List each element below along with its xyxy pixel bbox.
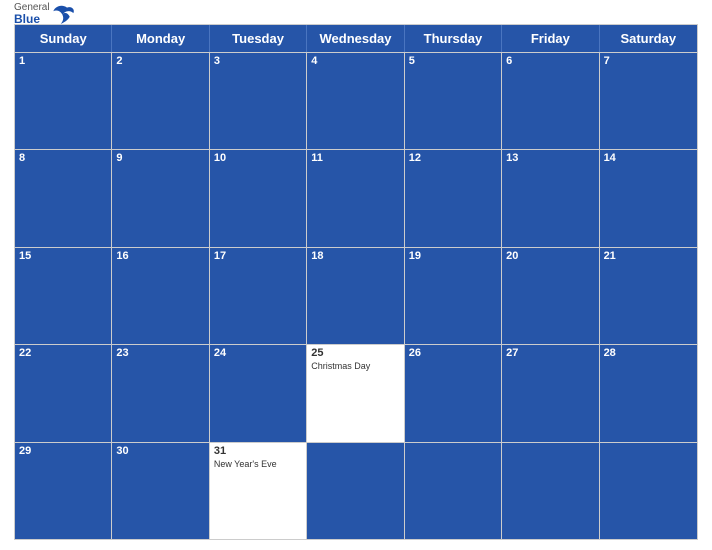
logo-blue-text: Blue — [14, 13, 50, 25]
cell-date: 30 — [116, 445, 204, 457]
logo: General Blue — [14, 3, 82, 25]
calendar-cell: 9 — [112, 150, 209, 246]
calendar-week-2: 89 10 11 12 13 14 — [15, 149, 697, 246]
cell-date: 27 — [506, 347, 594, 359]
cell-date: 7 — [604, 55, 693, 67]
calendar-cell: 4 — [307, 53, 404, 149]
calendar-cell: 30 — [112, 443, 209, 539]
cell-date: 15 — [19, 250, 107, 262]
cell-date: 1 — [19, 55, 107, 67]
cell-date: 23 — [116, 347, 204, 359]
cell-date: 9 — [116, 152, 204, 164]
cell-date: 21 — [604, 250, 693, 262]
cell-date: 17 — [214, 250, 302, 262]
day-header-monday: Monday — [112, 25, 209, 52]
cell-date: 19 — [409, 250, 497, 262]
calendar-cell: 24 — [210, 345, 307, 441]
cell-date: 25 — [311, 347, 399, 359]
calendar-cell: 12 — [405, 150, 502, 246]
cell-event: New Year's Eve — [214, 459, 302, 469]
calendar-cell — [307, 443, 404, 539]
calendar-cell: 5 — [405, 53, 502, 149]
logo-bird-icon — [52, 4, 82, 24]
cell-date: 3 — [214, 55, 302, 67]
calendar-cell: 15 — [15, 248, 112, 344]
calendar-cell: 13 — [502, 150, 599, 246]
calendar-cell: 25 Christmas Day — [307, 345, 404, 441]
calendar-cell: 2 — [112, 53, 209, 149]
day-header-thursday: Thursday — [405, 25, 502, 52]
day-header-friday: Friday — [502, 25, 599, 52]
calendar-cell: 26 — [405, 345, 502, 441]
calendar-cell: 20 — [502, 248, 599, 344]
cell-date: 6 — [506, 55, 594, 67]
calendar-cell: 18 — [307, 248, 404, 344]
calendar-body: 1234567891011121314151617181920212223242… — [15, 52, 697, 539]
cell-date: 20 — [506, 250, 594, 262]
calendar-cell: 22 — [15, 345, 112, 441]
calendar-cell: 6 — [502, 53, 599, 149]
day-header-saturday: Saturday — [600, 25, 697, 52]
calendar-cell: 1 — [15, 53, 112, 149]
calendar-cell: 17 — [210, 248, 307, 344]
cell-date: 26 — [409, 347, 497, 359]
calendar-cell: 29 — [15, 443, 112, 539]
calendar-cell — [405, 443, 502, 539]
calendar-cell: 14 — [600, 150, 697, 246]
calendar-cell: 21 — [600, 248, 697, 344]
cell-date: 28 — [604, 347, 693, 359]
cell-date: 8 — [19, 152, 107, 164]
cell-date: 18 — [311, 250, 399, 262]
day-header-tuesday: Tuesday — [210, 25, 307, 52]
calendar-cell: 3 — [210, 53, 307, 149]
calendar-cell: 19 — [405, 248, 502, 344]
calendar-cell: 28 — [600, 345, 697, 441]
calendar-cell: 7 — [600, 53, 697, 149]
calendar-grid: SundayMondayTuesdayWednesdayThursdayFrid… — [14, 24, 698, 540]
day-header-wednesday: Wednesday — [307, 25, 404, 52]
calendar-cell: 23 — [112, 345, 209, 441]
cell-date: 29 — [19, 445, 107, 457]
calendar-cell: 8 — [15, 150, 112, 246]
cell-date: 13 — [506, 152, 594, 164]
cell-date: 5 — [409, 55, 497, 67]
calendar-week-4: 22 23 24 25 Christmas Day 26 27 28 — [15, 344, 697, 441]
calendar-days-header: SundayMondayTuesdayWednesdayThursdayFrid… — [15, 25, 697, 52]
cell-event: Christmas Day — [311, 361, 399, 371]
cell-date: 24 — [214, 347, 302, 359]
calendar-cell — [600, 443, 697, 539]
cell-date: 12 — [409, 152, 497, 164]
cell-date: 11 — [311, 152, 399, 164]
cell-date: 31 — [214, 445, 302, 457]
cell-date: 22 — [19, 347, 107, 359]
calendar-week-3: 15 16 17 18 19 20 21 — [15, 247, 697, 344]
cell-date: 16 — [116, 250, 204, 262]
cell-date: 14 — [604, 152, 693, 164]
calendar-week-1: 1234567 — [15, 52, 697, 149]
calendar-cell: 16 — [112, 248, 209, 344]
cell-date: 2 — [116, 55, 204, 67]
calendar-cell: 11 — [307, 150, 404, 246]
calendar-cell: 27 — [502, 345, 599, 441]
day-header-sunday: Sunday — [15, 25, 112, 52]
cell-date: 10 — [214, 152, 302, 164]
calendar-header: General Blue — [14, 10, 698, 18]
calendar-week-5: 29 30 31 New Year's Eve — [15, 442, 697, 539]
calendar-cell — [502, 443, 599, 539]
calendar-cell: 31 New Year's Eve — [210, 443, 307, 539]
calendar-page: General Blue SundayMondayTuesdayWednesda… — [0, 0, 712, 550]
cell-date: 4 — [311, 55, 399, 67]
calendar-cell: 10 — [210, 150, 307, 246]
